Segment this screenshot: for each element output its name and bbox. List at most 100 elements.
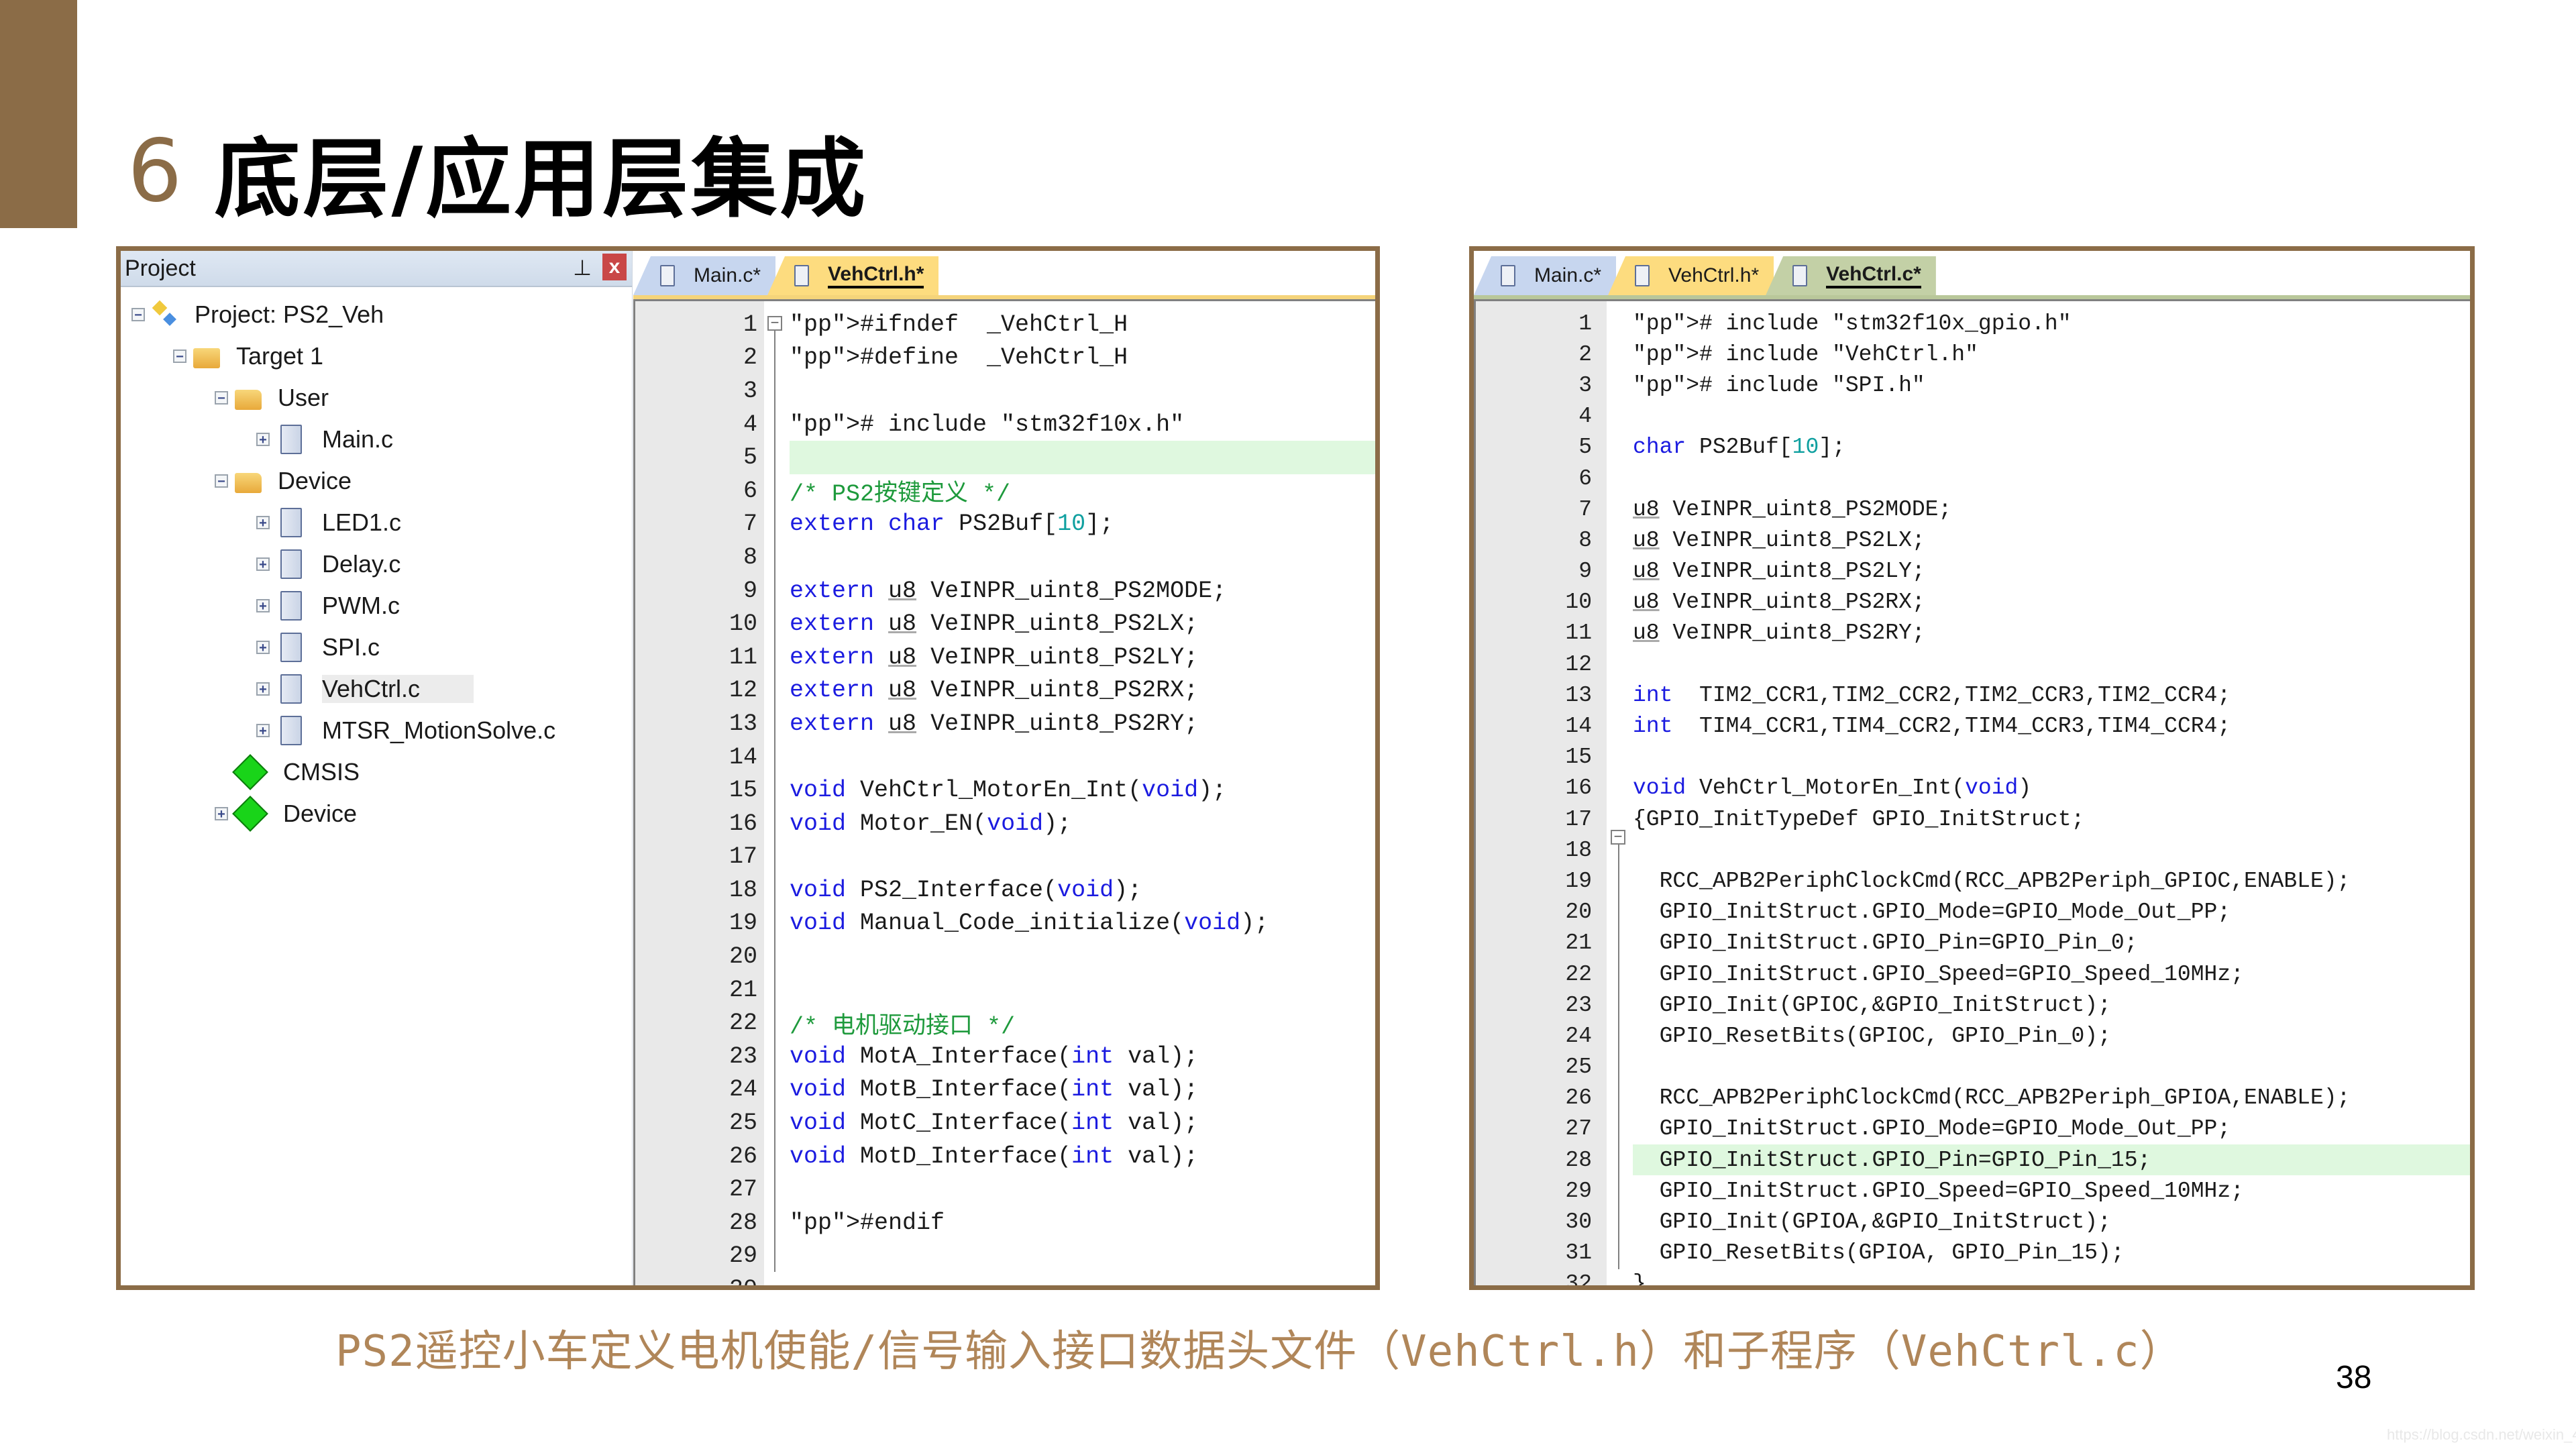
code-line: 4 "pp"># include "stm32f10x.h"	[635, 408, 1375, 441]
expand-icon[interactable]: +	[256, 433, 270, 447]
code-line: 27	[635, 1173, 1375, 1206]
code-line: 6 /* PS2按键定义 */	[635, 474, 1375, 508]
code-line: 32}	[1476, 1269, 2470, 1285]
code-text: void PS2_Interface(void);	[790, 876, 1142, 904]
editor-tab[interactable]: VehCtrl.c*	[1766, 256, 1936, 295]
code-line: 1 "pp">#ifndef _VehCtrl_H	[635, 308, 1375, 341]
line-number: 22	[1565, 961, 1592, 987]
line-number: 27	[729, 1176, 757, 1203]
editor-tab-bar: Main.c* VehCtrl.h* VehCtrl.c*	[1474, 251, 2470, 299]
line-number: 31	[1565, 1240, 1592, 1266]
line-number: 17	[729, 843, 757, 871]
line-number: 21	[729, 976, 757, 1004]
project-tree: − Project: PS2_Veh − Target 1 − User + Main.c − D…	[121, 287, 632, 835]
code-line: 21	[635, 973, 1375, 1007]
pin-icon[interactable]: ⊥	[573, 255, 592, 280]
code-text: int TIM2_CCR1,TIM2_CCR2,TIM2_CCR3,TIM2_C…	[1633, 682, 2231, 708]
target-icon	[193, 348, 220, 368]
code-text: {GPIO_InitTypeDef GPIO_InitStruct;	[1633, 806, 2085, 832]
editor-tab[interactable]: Main.c*	[633, 256, 776, 295]
tree-item[interactable]: + MTSR_MotionSolve.c	[121, 710, 632, 751]
code-text: RCC_APB2PeriphClockCmd(RCC_APB2Periph_GP…	[1633, 868, 2351, 894]
line-number: 16	[1565, 775, 1592, 801]
line-number: 24	[1565, 1023, 1592, 1049]
code-text: RCC_APB2PeriphClockCmd(RCC_APB2Periph_GP…	[1633, 1085, 2351, 1111]
tree-item-label: LED1.c	[322, 508, 402, 536]
file-icon	[660, 265, 675, 286]
tree-item[interactable]: + Device	[121, 793, 632, 835]
tree-item[interactable]: − Target 1	[121, 335, 632, 377]
tree-item[interactable]: + VehCtrl.c	[121, 668, 632, 710]
code-line: 20	[635, 940, 1375, 973]
code-text: GPIO_InitStruct.GPIO_Pin=GPIO_Pin_15;	[1633, 1147, 2151, 1173]
tree-item[interactable]: + SPI.c	[121, 627, 632, 668]
tree-item[interactable]: + PWM.c	[121, 585, 632, 627]
code-text: GPIO_InitStruct.GPIO_Speed=GPIO_Speed_10…	[1633, 1178, 2244, 1203]
expand-icon[interactable]: +	[256, 599, 270, 613]
tree-item-label: Main.c	[322, 425, 394, 453]
code-line: 5	[743, 441, 1375, 474]
code-line: 8 u8 VeINPR_uint8_PS2LX;	[1476, 525, 2470, 555]
tree-item[interactable]: − Device	[121, 460, 632, 502]
code-line: 8	[635, 541, 1375, 574]
file-icon	[280, 425, 302, 454]
editor-tab[interactable]: VehCtrl.h*	[767, 256, 939, 295]
expand-icon[interactable]: +	[256, 724, 270, 738]
line-number: 25	[1565, 1055, 1592, 1080]
code-text: u8 VeINPR_uint8_PS2RX;	[1633, 590, 1925, 615]
tree-item-label: PWM.c	[322, 592, 400, 619]
code-text: void MotC_Interface(int val);	[790, 1110, 1199, 1137]
code-line: 9 u8 VeINPR_uint8_PS2LY;	[1476, 556, 2470, 587]
code-line: 13 extern u8 VeINPR_uint8_PS2RY;	[635, 707, 1375, 741]
code-area[interactable]: − 1 "pp"># include "stm32f10x_gpio.h" 2 "pp…	[1474, 299, 2470, 1285]
collapse-icon[interactable]: −	[215, 474, 228, 488]
code-text: void Motor_EN(void);	[790, 810, 1072, 837]
line-number: 19	[1565, 868, 1592, 894]
code-lines: 1 "pp"># include "stm32f10x_gpio.h" 2 "pp">…	[1476, 308, 2470, 1285]
line-number: 30	[1565, 1210, 1592, 1235]
code-line: 6	[1476, 463, 2470, 494]
line-number: 7	[1578, 496, 1592, 522]
tree-item[interactable]: − User	[121, 377, 632, 419]
file-icon	[280, 716, 302, 745]
code-line: 25	[1476, 1052, 2470, 1083]
collapse-icon[interactable]: −	[173, 350, 186, 364]
code-line: 24 void MotB_Interface(int val);	[635, 1073, 1375, 1107]
line-number: 3	[743, 377, 757, 405]
code-text: GPIO_InitStruct.GPIO_Pin=GPIO_Pin_0;	[1633, 930, 2138, 956]
code-area[interactable]: − 1 "pp">#ifndef _VehCtrl_H 2 "pp">#define …	[633, 299, 1375, 1285]
folder-icon	[235, 473, 262, 493]
tree-item[interactable]: + Delay.c	[121, 543, 632, 585]
collapse-icon[interactable]: −	[215, 391, 228, 405]
right-screenshot-frame: Main.c* VehCtrl.h* VehCtrl.c* − 1 "pp"># in…	[1469, 246, 2475, 1290]
expand-icon[interactable]: +	[256, 641, 270, 655]
file-icon	[280, 633, 302, 662]
file-icon	[794, 265, 810, 286]
tree-item[interactable]: + Main.c	[121, 419, 632, 460]
file-icon	[280, 591, 302, 621]
expand-icon[interactable]: +	[215, 807, 228, 821]
close-panel-button[interactable]: x	[602, 254, 627, 280]
tree-item[interactable]: − Project: PS2_Veh	[121, 294, 632, 335]
line-number: 23	[729, 1042, 757, 1070]
title-text: 底层/应用层集成	[214, 129, 869, 229]
code-line: 5 char PS2Buf[10];	[1476, 432, 2470, 463]
tree-item[interactable]: CMSIS	[121, 751, 632, 793]
collapse-icon[interactable]: −	[131, 308, 145, 322]
expand-icon[interactable]: +	[256, 516, 270, 530]
expand-icon[interactable]: +	[256, 557, 270, 572]
code-line: 19 void Manual_Code_initialize(void);	[635, 907, 1375, 941]
tree-item[interactable]: + LED1.c	[121, 502, 632, 543]
tab-label: Main.c*	[1534, 264, 1602, 286]
code-text: extern char PS2Buf[10];	[790, 511, 1114, 538]
editor-tab[interactable]: Main.c*	[1474, 256, 1617, 295]
line-number: 16	[729, 810, 757, 837]
expand-icon[interactable]: +	[256, 682, 270, 696]
code-line: 15 void VehCtrl_MotorEn_Int(void);	[635, 773, 1375, 807]
line-number: 14	[1565, 714, 1592, 739]
code-line: 22 GPIO_InitStruct.GPIO_Speed=GPIO_Speed…	[1476, 959, 2470, 989]
slide-caption: PS2遥控小车定义电机使能/信号输入接口数据头文件（VehCtrl.h）和子程序…	[335, 1327, 2184, 1377]
editor-tab[interactable]: VehCtrl.h*	[1608, 256, 1774, 295]
line-number: 10	[729, 610, 757, 638]
code-line: 24 GPIO_ResetBits(GPIOC, GPIO_Pin_0);	[1476, 1020, 2470, 1051]
